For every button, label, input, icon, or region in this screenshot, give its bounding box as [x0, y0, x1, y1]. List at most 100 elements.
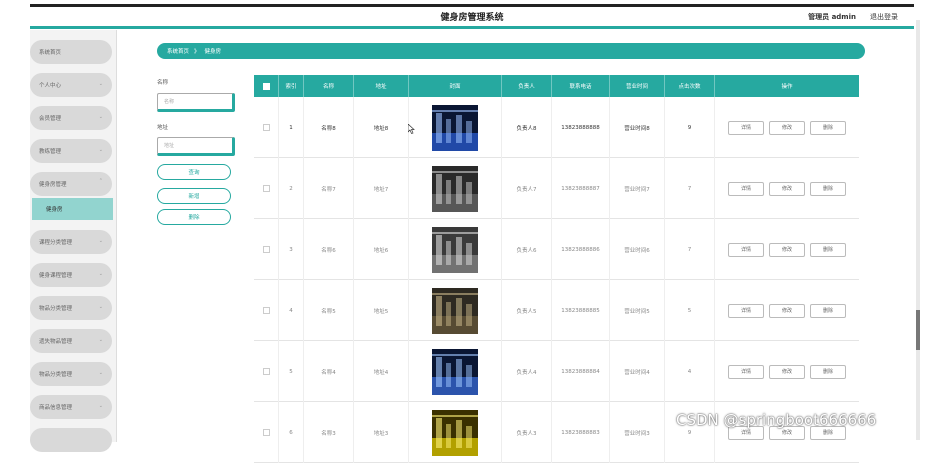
sidebar-item-gyms[interactable]: 健身房管理 ⌃: [30, 172, 112, 196]
edit-button[interactable]: 修改: [769, 120, 805, 135]
breadcrumb-current: 健身房: [204, 49, 222, 55]
cell-name: 名称6: [304, 219, 354, 280]
chevron-down-icon: ⌄: [98, 337, 103, 343]
detail-button[interactable]: 详情: [728, 120, 764, 135]
edit-button[interactable]: 修改: [769, 242, 805, 257]
name-input[interactable]: 名称: [157, 93, 235, 112]
sidebar-item-profile[interactable]: 个人中心 ⌄: [30, 73, 112, 97]
cell-actions: 详情 修改 删除: [715, 219, 859, 280]
gym-cover-image: [432, 165, 478, 212]
row-checkbox[interactable]: [262, 246, 270, 253]
address-input[interactable]: 地址: [157, 137, 235, 156]
row-checkbox[interactable]: [262, 429, 270, 436]
cell-hours: 营业时间5: [610, 280, 665, 341]
row-checkbox[interactable]: [262, 307, 270, 314]
chevron-down-icon: ⌄: [98, 114, 103, 120]
sidebar-item-courses[interactable]: 健身课程管理 ⌄: [30, 263, 112, 287]
sidebar-item-label: 个人中心: [39, 83, 62, 89]
cell-index: 4: [279, 280, 304, 341]
batch-delete-button[interactable]: 删除: [157, 209, 231, 225]
cell-actions: 详情 修改 删除: [715, 97, 859, 158]
header-address: 地址: [354, 75, 409, 97]
row-checkbox[interactable]: [262, 124, 270, 131]
cell-address: 地址6: [354, 219, 409, 280]
cell-hours: 营业时间7: [610, 158, 665, 219]
header-phone: 联系电话: [552, 75, 610, 97]
cell-clicks: 7: [665, 158, 715, 219]
sidebar-item-coaches[interactable]: 教练管理 ⌄: [30, 139, 112, 163]
delete-button[interactable]: 删除: [810, 120, 846, 135]
row-checkbox[interactable]: [262, 185, 270, 192]
delete-button[interactable]: 删除: [810, 242, 846, 257]
delete-button[interactable]: 删除: [810, 364, 846, 379]
sidebar-subitem-gym[interactable]: 健身房: [32, 198, 113, 220]
cell-phone: 13823888883: [552, 402, 610, 463]
sidebar-item-label: 遗失物品管理: [39, 339, 73, 345]
detail-button[interactable]: 详情: [728, 303, 764, 318]
cell-select: [254, 158, 279, 219]
cell-name: 名称4: [304, 341, 354, 402]
cell-clicks: 9: [665, 97, 715, 158]
cell-hours: 营业时间8: [610, 97, 665, 158]
delete-button[interactable]: 删除: [810, 181, 846, 196]
sidebar-item-label: 健身课程管理: [39, 273, 73, 279]
sidebar-item-label: 课程分类管理: [39, 240, 73, 246]
cell-manager: 负责人8: [502, 97, 552, 158]
sidebar-subitem-label: 健身房: [46, 207, 63, 213]
sidebar-item-label: 健身房管理: [39, 182, 67, 188]
table-row: 1 名称8 地址8 负责人8 13823888888 营业时间8 9 详情 修改 删除: [254, 97, 859, 158]
cell-phone: 13823888888: [552, 97, 610, 158]
detail-button[interactable]: 详情: [728, 181, 764, 196]
cell-select: [254, 402, 279, 463]
edit-button[interactable]: 修改: [769, 303, 805, 318]
cell-clicks: 5: [665, 280, 715, 341]
sidebar-item-course-categories[interactable]: 课程分类管理 ⌄: [30, 230, 112, 254]
checkbox[interactable]: [262, 82, 270, 90]
cell-name: 名称3: [304, 402, 354, 463]
address-label: 地址: [157, 125, 169, 131]
header-cover: 封面: [409, 75, 502, 97]
cell-actions: 详情 修改 删除: [715, 158, 859, 219]
sidebar-item-goods-categories[interactable]: 物品分类管理 ⌄: [30, 362, 112, 386]
sidebar-item-goods[interactable]: 商品信息管理 ⌄: [30, 395, 112, 419]
page-scrollbar[interactable]: [916, 20, 920, 440]
cell-address: 地址3: [354, 402, 409, 463]
cell-address: 地址5: [354, 280, 409, 341]
delete-button[interactable]: 删除: [810, 303, 846, 318]
sidebar-item-members[interactable]: 会员管理 ⌄: [30, 106, 112, 130]
row-checkbox[interactable]: [262, 368, 270, 375]
header-select-all[interactable]: [254, 75, 279, 97]
scrollbar-thumb[interactable]: [916, 310, 920, 350]
cell-clicks: 4: [665, 341, 715, 402]
cell-address: 地址4: [354, 341, 409, 402]
detail-button[interactable]: 详情: [728, 242, 764, 257]
cell-cover: [409, 158, 502, 219]
cell-manager: 负责人4: [502, 341, 552, 402]
cell-manager: 负责人5: [502, 280, 552, 341]
sidebar-item-lost-items[interactable]: 遗失物品管理 ⌄: [30, 329, 112, 353]
edit-button[interactable]: 修改: [769, 364, 805, 379]
watermark: CSDN @springboot666666: [676, 411, 877, 429]
cell-select: [254, 97, 279, 158]
cell-cover: [409, 341, 502, 402]
admin-label: 管理员 admin: [808, 13, 856, 21]
query-button[interactable]: 查询: [157, 164, 231, 180]
detail-button[interactable]: 详情: [728, 364, 764, 379]
gym-cover-image: [432, 226, 478, 273]
sidebar-item-home[interactable]: 系统首页: [30, 40, 112, 64]
header-index: 索引: [279, 75, 304, 97]
logout-link[interactable]: 退出登录: [870, 12, 898, 22]
app-title: 健身房管理系统: [440, 13, 504, 23]
header-manager: 负责人: [502, 75, 552, 97]
chevron-down-icon: ⌄: [98, 238, 103, 244]
add-button[interactable]: 新增: [157, 188, 231, 204]
sidebar-item-more[interactable]: [30, 428, 112, 452]
cell-phone: 13823888887: [552, 158, 610, 219]
breadcrumb-home[interactable]: 系统首页: [167, 47, 189, 55]
sidebar-item-item-categories[interactable]: 物品分类管理 ⌄: [30, 296, 112, 320]
header-bar: 健身房管理系统 管理员 admin 退出登录: [30, 7, 914, 29]
cell-name: 名称8: [304, 97, 354, 158]
cell-cover: [409, 280, 502, 341]
chevron-down-icon: ⌄: [98, 81, 103, 87]
edit-button[interactable]: 修改: [769, 181, 805, 196]
